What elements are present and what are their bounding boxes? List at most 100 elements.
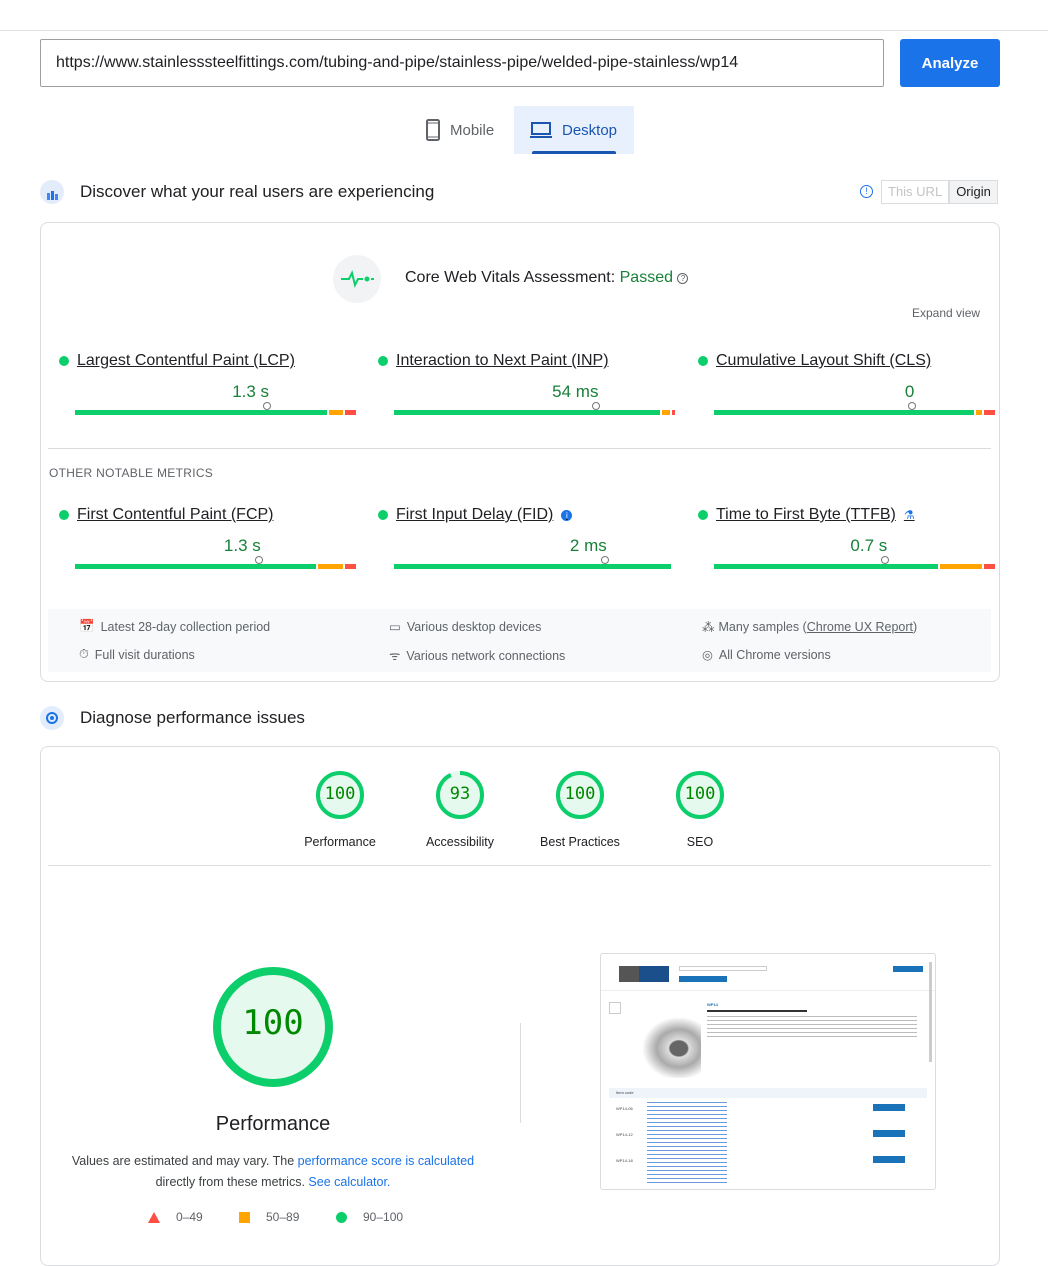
tab-desktop[interactable]: Desktop	[514, 106, 634, 154]
distribution-bar	[714, 564, 995, 569]
score-value: 100	[684, 784, 716, 804]
metric-ttfb: Time to First Byte (TTFB) ⚗ 0.7 s	[698, 506, 995, 576]
score-value: 100	[324, 784, 356, 804]
tab-label: Desktop	[562, 121, 618, 139]
score-value: 93	[449, 784, 471, 804]
metric-name-link[interactable]: Cumulative Layout Shift (CLS)	[698, 352, 978, 370]
metric-name-link[interactable]: Interaction to Next Paint (INP)	[378, 352, 658, 370]
samples: ⁂ Many samples (Chrome UX Report)	[702, 619, 917, 635]
metric-name-link[interactable]: First Contentful Paint (FCP)	[59, 506, 339, 524]
collection-period: 📅 Latest 28-day collection period	[79, 619, 270, 634]
metric-fid: First Input Delay (FID) i 2 ms	[378, 506, 671, 576]
metric-value: 1.3 s	[223, 536, 261, 555]
desktop-devices: ▭ Various desktop devices	[389, 619, 541, 635]
footer-text: Full visit durations	[94, 647, 195, 662]
analyze-button[interactable]: Analyze	[900, 39, 1000, 87]
note-text: directly from these metrics.	[155, 1175, 309, 1189]
site-signin	[893, 966, 923, 972]
metric-name: Interaction to Next Paint (INP)	[396, 352, 609, 369]
metric-fcp: First Contentful Paint (FCP) 1.3 s	[59, 506, 356, 576]
good-segment	[75, 410, 328, 415]
square-icon	[239, 1211, 250, 1223]
row-names	[647, 1102, 727, 1186]
site-logo	[619, 966, 669, 982]
product-description	[707, 1016, 917, 1040]
good-dot-icon	[59, 356, 69, 366]
p75-marker	[908, 402, 917, 412]
poor-segment	[983, 410, 995, 415]
score-best-practices[interactable]: 100 Best Practices	[525, 770, 635, 849]
good-dot-icon	[378, 356, 388, 366]
laptop-icon	[530, 122, 552, 138]
good-segment	[714, 564, 939, 569]
assessment-result: Passed	[619, 269, 673, 286]
assessment-label: Core Web Vitals Assessment:	[405, 269, 616, 286]
ni-segment	[940, 564, 982, 569]
info-icon[interactable]: i	[561, 509, 573, 521]
site-nav-button	[679, 976, 727, 982]
field-data-icon	[40, 180, 64, 204]
good-dot-icon	[59, 510, 69, 520]
performance-big-score: 100	[242, 1003, 304, 1043]
score-calculated-link[interactable]: performance score is calculated	[298, 1154, 474, 1168]
thumb-scrollbar[interactable]	[929, 962, 932, 1062]
metric-name-link[interactable]: Largest Contentful Paint (LCP)	[59, 352, 339, 370]
this-url-button[interactable]: This URL	[881, 180, 950, 204]
metric-value: 0.7 s	[850, 536, 888, 555]
score-label: Performance	[304, 835, 376, 849]
visit-durations: ⏱ Full visit durations	[79, 647, 195, 662]
distribution-bar	[394, 410, 675, 415]
score-label: Accessibility	[425, 835, 495, 849]
thumb-image	[609, 1002, 621, 1014]
metric-name-link[interactable]: First Input Delay (FID) i	[378, 506, 658, 524]
ni-segment	[329, 410, 343, 415]
url-input[interactable]	[40, 39, 884, 87]
legend-good: 90–100	[336, 1210, 403, 1224]
legend-poor: 0–49	[148, 1210, 203, 1224]
good-dot-icon	[378, 510, 388, 520]
poor-segment	[344, 564, 356, 569]
expand-view-link[interactable]: Expand view	[912, 306, 980, 320]
good-segment	[394, 564, 671, 569]
poor-segment	[983, 564, 995, 569]
metric-name: Time to First Byte (TTFB)	[716, 506, 896, 523]
lab-section-title: Diagnose performance issues	[80, 708, 305, 727]
score-seo[interactable]: 100 SEO	[645, 770, 755, 849]
tab-mobile[interactable]: Mobile	[410, 106, 510, 154]
cwv-assessment: Core Web Vitals Assessment: Passed ?	[405, 269, 689, 287]
origin-button[interactable]: Origin	[949, 180, 998, 204]
distribution-bar	[75, 410, 356, 415]
calculator-link[interactable]: See calculator.	[308, 1175, 390, 1189]
metrics-divider	[48, 448, 991, 449]
p75-marker	[263, 402, 272, 412]
phone-icon	[426, 119, 440, 141]
info-icon[interactable]: !	[860, 185, 873, 198]
triangle-icon	[148, 1211, 160, 1223]
field-section-title: Discover what your real users are experi…	[80, 182, 435, 201]
good-dot-icon	[698, 356, 708, 366]
note-text: Values are estimated and may vary. The	[71, 1154, 298, 1168]
performance-big-label: Performance	[215, 1113, 331, 1135]
product-code: WP14	[707, 1002, 718, 1007]
metric-name-link[interactable]: Time to First Byte (TTFB) ⚗	[698, 506, 978, 524]
other-metrics-heading: OTHER NOTABLE METRICS	[49, 466, 214, 480]
poor-segment	[344, 410, 356, 415]
wifi-icon: ᯤ	[389, 649, 401, 663]
site-search	[679, 966, 767, 971]
metric-value: 1.3 s	[232, 382, 270, 401]
metric-name: Largest Contentful Paint (LCP)	[77, 352, 295, 369]
devices-icon: ▭	[389, 620, 401, 634]
product-title	[707, 1010, 807, 1012]
score-accessibility[interactable]: 93 Accessibility	[405, 770, 515, 849]
good-dot-icon	[698, 510, 708, 520]
score-performance[interactable]: 100 Performance	[285, 770, 395, 849]
legend-label: 90–100	[363, 1210, 404, 1224]
page-screenshot-thumbnail[interactable]: WP14 Item code WP14-06 WP14-12 WP14-18	[600, 953, 936, 1190]
metric-inp: Interaction to Next Paint (INP) 54 ms	[378, 352, 675, 422]
chrome-ux-report-link[interactable]: Chrome UX Report	[807, 620, 913, 634]
row-code: WP14-18	[616, 1158, 633, 1163]
pipe-image	[627, 1004, 701, 1078]
help-icon[interactable]: ?	[677, 273, 689, 284]
metric-value: 2 ms	[569, 536, 607, 555]
vertical-divider	[520, 1023, 521, 1123]
